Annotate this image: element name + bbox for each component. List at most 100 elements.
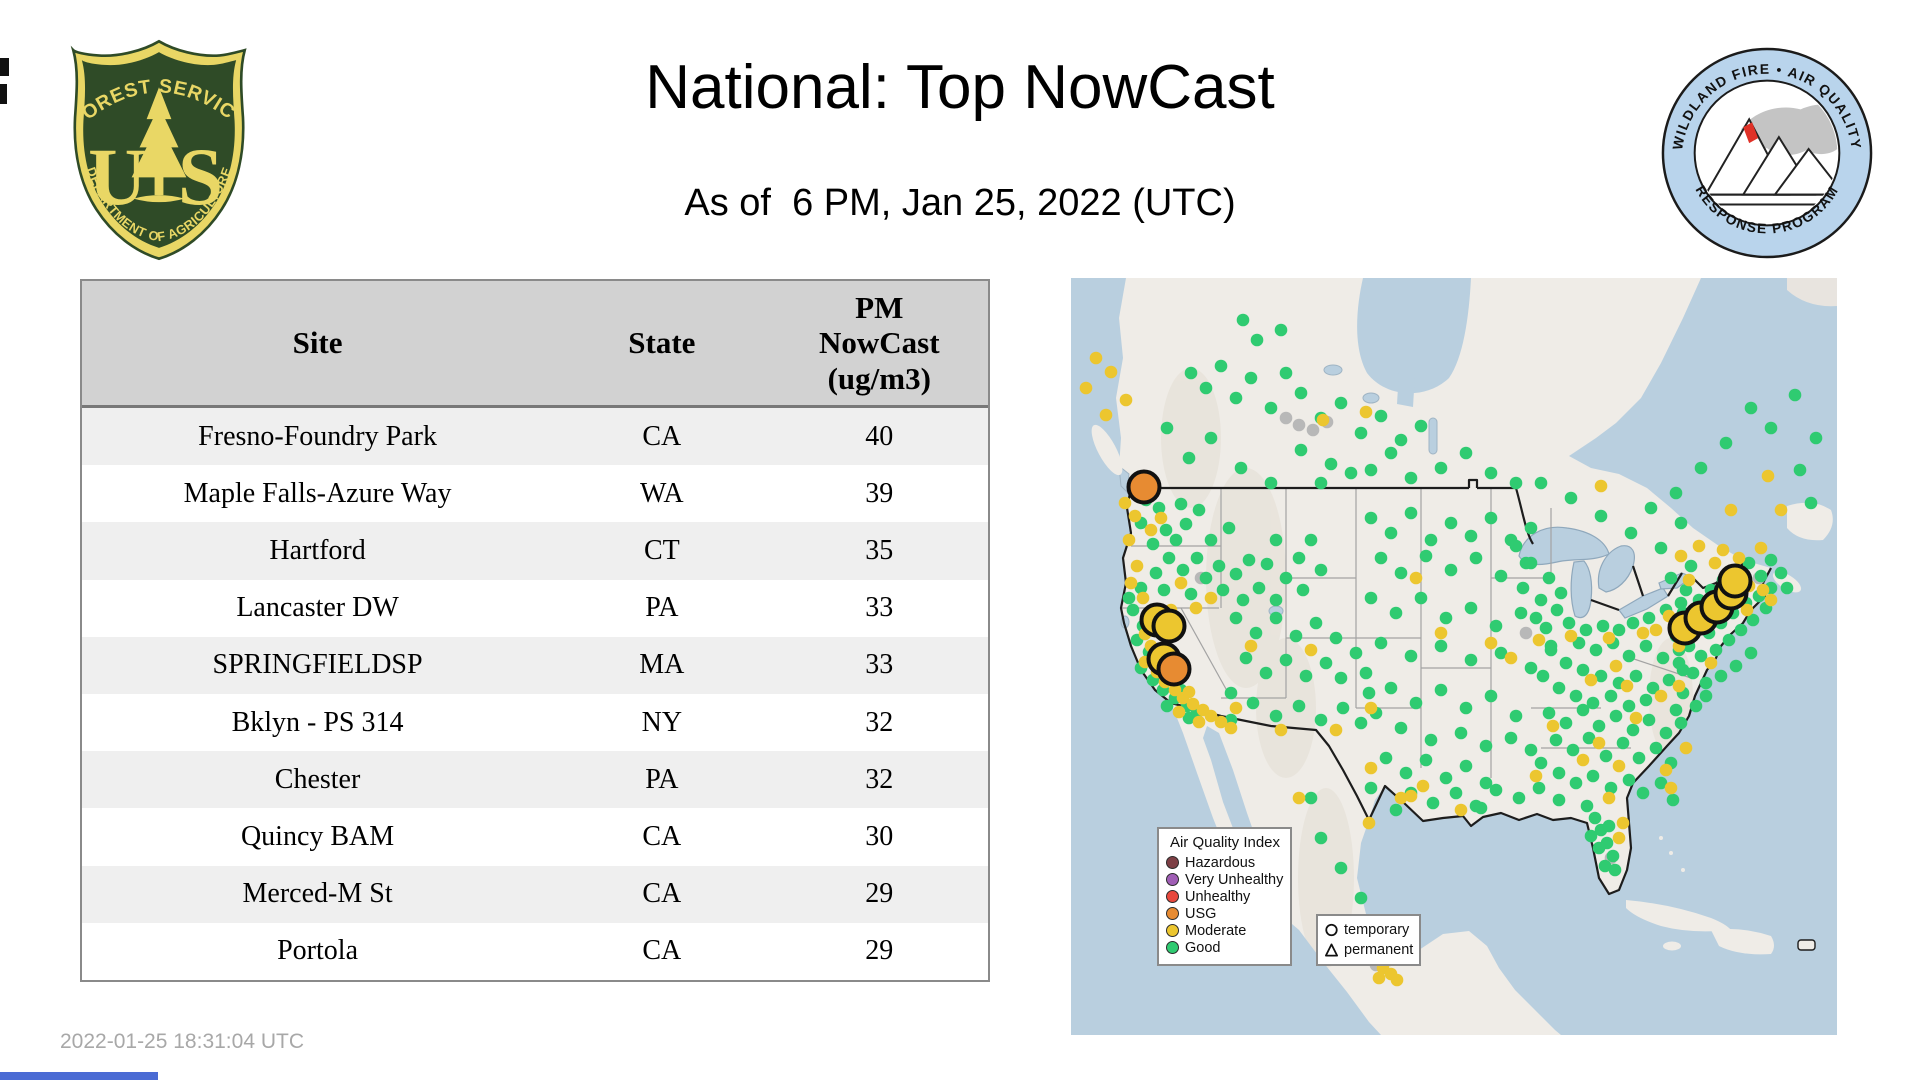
good-monitor-dot: [1364, 463, 1378, 477]
good-monitor-dot: [1289, 629, 1303, 643]
top-site-marker-moderate[interactable]: [1717, 563, 1753, 599]
cell-state: NY: [641, 706, 683, 738]
cell-state: CA: [642, 821, 682, 853]
good-monitor-dot: [1394, 721, 1408, 735]
temporary-circle-icon: [1325, 923, 1338, 937]
good-monitor-dot: [1562, 616, 1576, 630]
good-monitor-dot: [1684, 559, 1698, 573]
good-monitor-dot: [1349, 646, 1363, 660]
moderate-monitor-dot: [1708, 556, 1722, 570]
moderate-monitor-dot: [1128, 509, 1142, 523]
cell-value: 32: [865, 763, 894, 795]
good-monitor-dot: [1279, 653, 1293, 667]
good-monitor-dot: [1764, 553, 1778, 567]
good-monitor-dot: [1214, 359, 1228, 373]
cell-state: CA: [642, 420, 682, 452]
good-monitor-dot: [1246, 696, 1260, 710]
permanent-triangle-icon: [1324, 943, 1339, 957]
good-monitor-dot: [1659, 726, 1673, 740]
moderate-monitor-dot: [1224, 721, 1238, 735]
good-monitor-dot: [1594, 509, 1608, 523]
good-monitor-dot: [1596, 619, 1610, 633]
good-monitor-dot: [1184, 366, 1198, 380]
top-site-marker-usg[interactable]: [1126, 469, 1162, 505]
good-monitor-dot: [1160, 421, 1174, 435]
table-row: Portola CA 29: [82, 922, 988, 981]
unhealthy-dot-icon: [1166, 890, 1179, 903]
good-monitor-dot: [1612, 623, 1626, 637]
good-monitor-dot: [1544, 643, 1558, 657]
good-monitor-dot: [1744, 646, 1758, 660]
good-monitor-dot: [1592, 719, 1606, 733]
good-monitor-dot: [1616, 736, 1630, 750]
moderate-monitor-dot: [1664, 781, 1678, 795]
good-monitor-dot: [1604, 689, 1618, 703]
good-monitor-dot: [1324, 457, 1338, 471]
inactive-monitor-dot: [1306, 423, 1320, 437]
good-monitor-dot: [1250, 333, 1264, 347]
good-monitor-dot: [1489, 619, 1503, 633]
moderate-monitor-dot: [1602, 631, 1616, 645]
good-monitor-dot: [1244, 371, 1258, 385]
moderate-monitor-dot: [1576, 753, 1590, 767]
moderate-monitor-dot: [1189, 601, 1203, 615]
good-monitor-dot: [1404, 649, 1418, 663]
moderate-monitor-dot: [1592, 736, 1606, 750]
good-monitor-dot: [1274, 323, 1288, 337]
good-monitor-dot: [1314, 831, 1328, 845]
good-monitor-dot: [1199, 381, 1213, 395]
moderate-monitor-dot: [1774, 503, 1788, 517]
good-monitor-dot: [1494, 569, 1508, 583]
good-monitor-dot: [1384, 446, 1398, 460]
good-monitor-dot: [1469, 551, 1483, 565]
moderate-monitor-dot: [1612, 759, 1626, 773]
good-monitor-dot: [1780, 581, 1794, 595]
good-monitor-dot: [1334, 396, 1348, 410]
top-site-marker-moderate[interactable]: [1151, 608, 1187, 644]
good-monitor-dot: [1354, 426, 1368, 440]
good-monitor-dot: [1509, 476, 1523, 490]
good-monitor-dot: [1229, 611, 1243, 625]
marker-legend-item: temporary: [1324, 920, 1413, 940]
good-monitor-dot: [1314, 476, 1328, 490]
good-monitor-dot: [1689, 699, 1703, 713]
good-monitor-dot: [1336, 701, 1350, 715]
good-monitor-dot: [1622, 649, 1636, 663]
good-monitor-dot: [1359, 666, 1373, 680]
screen-edge-artifact: [0, 58, 9, 76]
moderate-monitor-dot: [1756, 583, 1770, 597]
good-monitor-dot: [1564, 491, 1578, 505]
top-site-marker-usg[interactable]: [1156, 651, 1192, 687]
aqi-legend-title: Air Quality Index: [1169, 834, 1281, 851]
aqi-map-canvas[interactable]: Air Quality Index Hazardous Very Unhealth…: [1071, 278, 1837, 1035]
generation-timestamp: 2022-01-25 18:31:04 UTC: [60, 1030, 304, 1053]
very_unhealthy-dot-icon: [1166, 873, 1179, 886]
good-monitor-dot: [1636, 786, 1650, 800]
aqi-legend-label: Good: [1185, 939, 1221, 956]
cell-site: Merced-M St: [242, 878, 393, 910]
good-monitor-dot: [1394, 566, 1408, 580]
cell-site: Bklyn - PS 314: [231, 706, 404, 738]
cell-state: WA: [640, 477, 684, 509]
moderate-monitor-dot: [1724, 503, 1738, 517]
good-monitor-dot: [1534, 476, 1548, 490]
good-monitor-dot: [1459, 701, 1473, 715]
good-monitor-dot: [1606, 849, 1620, 863]
moderate-monitor-dot: [1079, 381, 1093, 395]
moderate-monitor-dot: [1454, 803, 1468, 817]
good-monitor-dot: [1793, 463, 1807, 477]
good-monitor-dot: [1354, 891, 1368, 905]
good-monitor-dot: [1542, 571, 1556, 585]
good-monitor-dot: [1542, 706, 1556, 720]
moderate-monitor-dot: [1654, 689, 1668, 703]
moderate-monitor-dot: [1119, 393, 1133, 407]
good-monitor-dot: [1424, 733, 1438, 747]
good-monitor-dot: [1249, 626, 1263, 640]
good-monitor-dot: [1532, 781, 1546, 795]
moderate-dot-icon: [1166, 924, 1179, 937]
good-monitor-dot: [1642, 611, 1656, 625]
hazardous-dot-icon: [1166, 856, 1179, 869]
good-monitor-dot: [1269, 611, 1283, 625]
cell-value: 29: [865, 935, 894, 967]
good-monitor-dot: [1719, 436, 1733, 450]
